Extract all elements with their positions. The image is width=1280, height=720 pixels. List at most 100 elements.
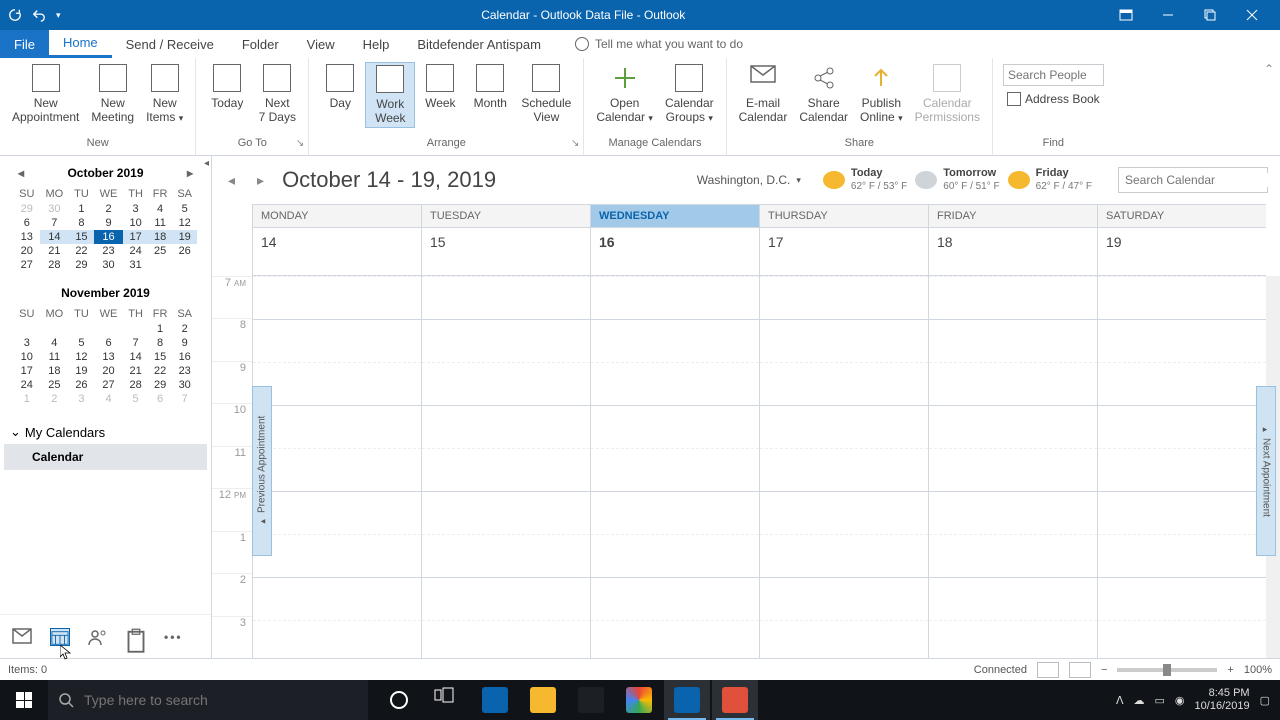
mini-calendar-day[interactable] xyxy=(94,322,124,336)
mini-calendar-day[interactable] xyxy=(172,258,197,272)
mini-calendar-day[interactable]: 2 xyxy=(172,322,197,336)
mini-calendar-day[interactable]: 28 xyxy=(123,378,148,392)
next-appointment-button[interactable]: ▸ Next Appointment xyxy=(1256,386,1276,556)
day-header[interactable]: SATURDAY xyxy=(1097,204,1266,228)
dialog-launcher-icon[interactable]: ↘ xyxy=(296,138,304,149)
prev-month-icon[interactable]: ◂ xyxy=(14,166,28,180)
mini-calendar-day[interactable]: 16 xyxy=(172,350,197,364)
weather-day[interactable]: Friday62° F / 47° F xyxy=(1008,167,1092,192)
new-meeting-button[interactable]: NewMeeting xyxy=(85,62,140,126)
mini-calendar-day[interactable]: 21 xyxy=(123,364,148,378)
taskbar-app-chrome[interactable] xyxy=(616,680,662,720)
calendar-item[interactable]: Calendar xyxy=(4,444,207,470)
weather-day[interactable]: Tomorrow60° F / 51° F xyxy=(915,167,999,192)
today-button[interactable]: Today xyxy=(202,62,252,112)
mini-calendar-day[interactable]: 6 xyxy=(14,216,40,230)
day-number[interactable]: 16 xyxy=(590,228,759,276)
mini-calendar-day[interactable]: 3 xyxy=(14,336,40,350)
mini-calendar-day[interactable]: 17 xyxy=(14,364,40,378)
tab-help[interactable]: Help xyxy=(349,30,404,58)
maximize-button[interactable] xyxy=(1190,1,1230,29)
next-7-days-button[interactable]: Next7 Days xyxy=(252,62,302,126)
mini-calendar-day[interactable]: 20 xyxy=(94,364,124,378)
undo-icon[interactable] xyxy=(32,8,46,22)
day-header[interactable]: WEDNESDAY xyxy=(590,204,759,228)
mini-calendar-day[interactable]: 30 xyxy=(172,378,197,392)
mini-calendar-day[interactable]: 15 xyxy=(148,350,173,364)
zoom-slider[interactable] xyxy=(1117,668,1217,672)
mini-calendar-day[interactable]: 7 xyxy=(172,392,197,406)
mini-calendar-day[interactable]: 7 xyxy=(123,336,148,350)
mini-calendar-day[interactable] xyxy=(69,322,94,336)
tray-chevron-icon[interactable]: ᐱ xyxy=(1116,694,1124,707)
tell-me-search[interactable]: Tell me what you want to do xyxy=(575,30,743,58)
mini-calendar-day[interactable]: 3 xyxy=(123,202,148,216)
mini-calendar-day[interactable]: 23 xyxy=(94,244,124,258)
mini-calendar-day[interactable] xyxy=(123,322,148,336)
mini-calendar-day[interactable]: 4 xyxy=(94,392,124,406)
publish-online-button[interactable]: PublishOnline ▾ xyxy=(854,62,909,126)
tab-bitdefender[interactable]: Bitdefender Antispam xyxy=(403,30,555,58)
day-column[interactable] xyxy=(252,276,421,658)
search-calendar-input[interactable] xyxy=(1118,167,1268,193)
next-week-icon[interactable]: ▸ xyxy=(253,172,268,189)
mini-calendar-day[interactable]: 5 xyxy=(172,202,197,216)
view-reading-icon[interactable] xyxy=(1069,662,1091,678)
ribbon-display-options-icon[interactable] xyxy=(1106,1,1146,29)
next-month-icon[interactable]: ▸ xyxy=(183,166,197,180)
minimize-button[interactable] xyxy=(1148,1,1188,29)
mini-calendar-day[interactable]: 14 xyxy=(40,230,70,244)
new-items-button[interactable]: NewItems ▾ xyxy=(140,62,189,126)
day-column[interactable] xyxy=(590,276,759,658)
mini-calendar-day[interactable]: 27 xyxy=(14,258,40,272)
mini-calendar-day[interactable]: 5 xyxy=(123,392,148,406)
mini-calendar-day[interactable]: 10 xyxy=(123,216,148,230)
mini-calendar-day[interactable]: 12 xyxy=(172,216,197,230)
previous-appointment-button[interactable]: ▸ Previous Appointment xyxy=(252,386,272,556)
mini-calendar-day[interactable]: 4 xyxy=(148,202,173,216)
tab-send-receive[interactable]: Send / Receive xyxy=(112,30,228,58)
share-calendar-button[interactable]: ShareCalendar xyxy=(793,62,854,126)
tasks-icon[interactable] xyxy=(126,628,146,646)
dialog-launcher-icon[interactable]: ↘ xyxy=(571,138,579,149)
mini-calendar-day[interactable]: 30 xyxy=(94,258,124,272)
taskbar-app-file-explorer[interactable] xyxy=(520,680,566,720)
mini-calendar-day[interactable]: 18 xyxy=(148,230,173,244)
tab-home[interactable]: Home xyxy=(49,30,112,58)
mini-calendar-day[interactable]: 30 xyxy=(40,202,70,216)
mini-calendar-day[interactable]: 28 xyxy=(40,258,70,272)
mini-calendar-day[interactable]: 24 xyxy=(14,378,40,392)
schedule-view-button[interactable]: ScheduleView xyxy=(515,62,577,126)
zoom-in-button[interactable]: + xyxy=(1227,664,1233,676)
mini-calendar-day[interactable]: 19 xyxy=(69,364,94,378)
mini-calendar-day[interactable]: 18 xyxy=(40,364,70,378)
mini-calendar-day[interactable]: 31 xyxy=(123,258,148,272)
mini-calendar-day[interactable]: 7 xyxy=(40,216,70,230)
start-button[interactable] xyxy=(0,680,48,720)
mini-calendar-day[interactable]: 1 xyxy=(69,202,94,216)
refresh-icon[interactable] xyxy=(8,8,22,22)
tab-file[interactable]: File xyxy=(0,30,49,58)
mini-calendar-day[interactable]: 8 xyxy=(69,216,94,230)
mini-calendar-day[interactable]: 19 xyxy=(172,230,197,244)
day-column[interactable] xyxy=(421,276,590,658)
taskbar-app-edge[interactable] xyxy=(472,680,518,720)
mini-calendar-day[interactable]: 1 xyxy=(148,322,173,336)
mini-calendar-day[interactable]: 3 xyxy=(69,392,94,406)
mini-calendar-day[interactable]: 2 xyxy=(94,202,124,216)
mini-calendar-day[interactable]: 13 xyxy=(94,350,124,364)
calendar-nav-icon[interactable] xyxy=(50,628,70,646)
my-calendars-header[interactable]: ⌄My Calendars xyxy=(4,420,207,444)
mini-calendar-day[interactable]: 27 xyxy=(94,378,124,392)
tray-onedrive-icon[interactable]: ☁ xyxy=(1134,694,1145,707)
day-column[interactable] xyxy=(1097,276,1266,658)
tray-notifications-icon[interactable]: ▢ xyxy=(1260,694,1270,707)
mini-calendar-day[interactable]: 29 xyxy=(14,202,40,216)
mini-calendar-day[interactable]: 26 xyxy=(172,244,197,258)
mini-calendar-day[interactable]: 22 xyxy=(69,244,94,258)
prev-week-icon[interactable]: ◂ xyxy=(224,172,239,189)
mini-calendar-day[interactable]: 1 xyxy=(14,392,40,406)
address-book-button[interactable]: Address Book xyxy=(1003,88,1104,110)
mini-calendar-day[interactable]: 13 xyxy=(14,230,40,244)
mail-icon[interactable] xyxy=(12,628,32,646)
